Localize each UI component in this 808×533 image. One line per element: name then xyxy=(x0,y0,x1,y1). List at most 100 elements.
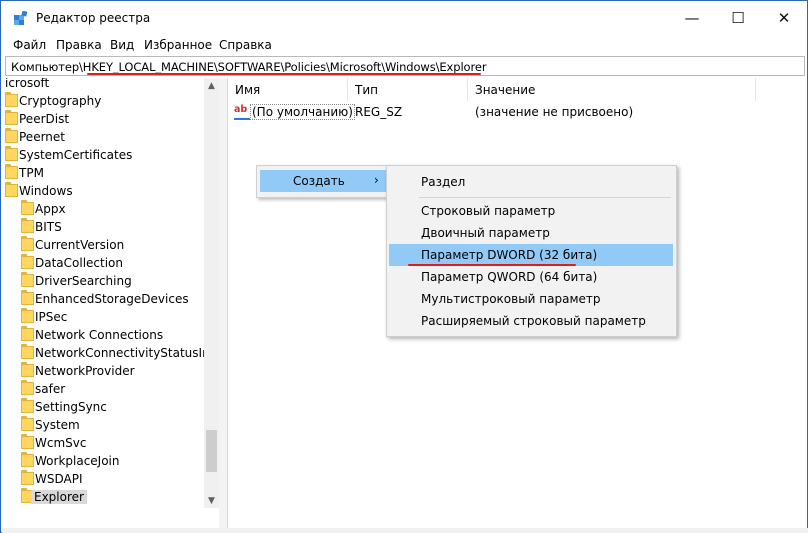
tree-item-label: BITS xyxy=(35,220,62,234)
tree-scrollbar[interactable]: ▲ ▼ xyxy=(204,78,219,508)
folder-icon xyxy=(21,218,34,233)
tree-scroll-thumb[interactable] xyxy=(206,430,217,472)
tree-item-label: System xyxy=(35,418,80,432)
folder-icon xyxy=(5,182,18,197)
tree-item[interactable]: BITS xyxy=(5,218,205,236)
folder-icon xyxy=(5,92,18,107)
folder-icon xyxy=(21,254,34,269)
tree-item[interactable]: NetworkConnectivityStatusIndic xyxy=(5,344,218,362)
menu-help[interactable]: Справка xyxy=(219,38,272,52)
tree-item-label: IPSec xyxy=(35,310,68,324)
menu-item-string-value[interactable]: Строковый параметр xyxy=(389,200,673,222)
menu-item-label: Параметр DWORD (32 бита) xyxy=(421,248,598,262)
tree-item[interactable]: DataCollection xyxy=(5,254,205,272)
tree-item[interactable]: PeerDist xyxy=(5,110,205,128)
tree-item-label: WSDAPI xyxy=(35,472,83,486)
close-button[interactable]: ✕ xyxy=(761,1,807,35)
tree-item-label: SystemCertificates xyxy=(19,148,133,162)
value-data: (значение не присвоено) xyxy=(475,105,634,119)
tree-item[interactable]: WorkplaceJoin xyxy=(5,452,205,470)
maximize-button[interactable]: ☐ xyxy=(715,1,761,35)
tree-item[interactable]: EnhancedStorageDevices xyxy=(5,290,205,308)
tree-item-label: PeerDist xyxy=(19,112,70,126)
tree-item[interactable]: SettingSync xyxy=(5,398,205,416)
tree-item[interactable]: NetworkProvider xyxy=(5,362,205,380)
tree-item-label: safer xyxy=(35,382,66,396)
folder-icon xyxy=(5,146,18,161)
minimize-icon: — xyxy=(684,9,700,27)
menu-file[interactable]: Файл xyxy=(13,38,46,52)
tree-item-label: EnhancedStorageDevices xyxy=(35,292,189,306)
tree-item[interactable]: Explorer xyxy=(5,488,205,506)
maximize-icon: ☐ xyxy=(731,9,745,27)
tree-item[interactable]: Appx xyxy=(5,200,205,218)
tree-item-label: DriverSearching xyxy=(35,274,132,288)
tree-item-label: NetworkProvider xyxy=(35,364,135,378)
tree-item[interactable]: Windows xyxy=(5,182,205,200)
column-header-name[interactable]: Имя xyxy=(228,78,348,101)
folder-icon xyxy=(21,272,34,287)
tree-item[interactable]: System xyxy=(5,416,205,434)
menu-item-key[interactable]: Раздел xyxy=(389,171,673,193)
pane-splitter[interactable] xyxy=(219,78,227,528)
scroll-up-icon[interactable]: ▲ xyxy=(204,78,219,93)
tree-item[interactable]: CurrentVersion xyxy=(5,236,205,254)
tree-item-label: NetworkConnectivityStatusIndic xyxy=(35,346,219,360)
menu-favorites[interactable]: Избранное xyxy=(144,38,212,52)
tree-item-label: Peernet xyxy=(19,130,65,144)
tree-item[interactable]: icrosoft xyxy=(5,78,205,92)
tree-item-label: Explorer xyxy=(31,490,87,504)
tree-item[interactable]: Peernet xyxy=(5,128,205,146)
menu-item-expandable-string-value[interactable]: Расширяемый строковый параметр xyxy=(389,310,673,332)
value-name: (По умолчанию) xyxy=(250,104,355,120)
key-tree: icrosoft Cryptography PeerDist Peernet Syste… xyxy=(5,78,219,508)
column-header-value[interactable]: Значение xyxy=(468,78,756,101)
column-header-type[interactable]: Тип xyxy=(348,78,468,101)
tree-item-label: Network Connections xyxy=(35,328,164,342)
tree-item[interactable]: Network Connections xyxy=(5,326,205,344)
minimize-button[interactable]: — xyxy=(669,1,715,35)
scroll-down-icon[interactable]: ▼ xyxy=(204,493,219,508)
folder-icon xyxy=(21,308,34,323)
registry-editor-icon xyxy=(14,11,28,25)
status-bar xyxy=(2,528,808,533)
tree-item[interactable]: DriverSearching xyxy=(5,272,205,290)
menu-edit[interactable]: Правка xyxy=(56,38,102,52)
tree-item[interactable]: Cryptography xyxy=(5,92,205,110)
menu-item-label: Строковый параметр xyxy=(421,204,556,218)
folder-icon xyxy=(5,110,18,125)
annotation-underline-dword xyxy=(408,264,576,266)
folder-icon xyxy=(5,128,18,143)
table-row[interactable]: ab (По умолчанию) REG_SZ (значение не пр… xyxy=(228,101,807,123)
folder-icon xyxy=(21,290,34,305)
tree-item[interactable]: WSDAPI xyxy=(5,470,205,488)
menu-item-label: Двоичный параметр xyxy=(421,226,550,240)
tree-item[interactable]: TPM xyxy=(5,164,205,182)
menu-item-binary-value[interactable]: Двоичный параметр xyxy=(389,222,673,244)
context-menu: Создать › xyxy=(256,165,389,198)
tree-item-label: TPM xyxy=(19,166,44,180)
tree-item[interactable]: safer xyxy=(5,380,205,398)
tree-item-label: Cryptography xyxy=(19,94,102,108)
tree-item-label: Windows xyxy=(19,184,73,198)
menu-item-create[interactable]: Создать › xyxy=(260,170,386,192)
menu-item-label: Мультистроковый параметр xyxy=(421,292,601,306)
menu-bar: Файл Правка Вид Избранное Справка xyxy=(1,35,807,55)
close-icon: ✕ xyxy=(777,9,791,27)
menu-item-label: Параметр QWORD (64 бита) xyxy=(421,270,598,284)
value-type: REG_SZ xyxy=(355,105,403,119)
tree-item-label: SettingSync xyxy=(35,400,107,414)
tree-item-label: WcmSvc xyxy=(35,436,87,450)
menu-item-dword-value[interactable]: Параметр DWORD (32 бита) xyxy=(389,244,673,266)
menu-item-multistring-value[interactable]: Мультистроковый параметр xyxy=(389,288,673,310)
menu-view[interactable]: Вид xyxy=(110,38,134,52)
tree-item[interactable]: IPSec xyxy=(5,308,205,326)
tree-item-label: icrosoft xyxy=(5,78,50,90)
tree-item[interactable]: WcmSvc xyxy=(5,434,205,452)
menu-item-label: Расширяемый строковый параметр xyxy=(421,314,646,328)
folder-icon xyxy=(21,380,34,395)
menu-item-qword-value[interactable]: Параметр QWORD (64 бита) xyxy=(389,266,673,288)
tree-item[interactable]: SystemCertificates xyxy=(5,146,205,164)
window-title: Редактор реестра xyxy=(36,11,151,25)
folder-icon xyxy=(21,470,34,485)
